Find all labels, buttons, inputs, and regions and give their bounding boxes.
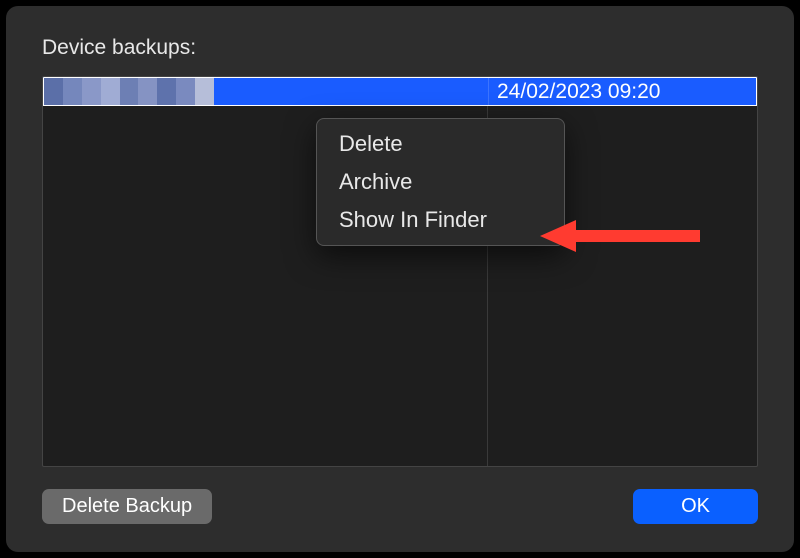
menu-archive[interactable]: Archive bbox=[317, 163, 564, 201]
backup-name-cell bbox=[44, 78, 488, 105]
menu-delete[interactable]: Delete bbox=[317, 125, 564, 163]
button-row: Delete Backup OK bbox=[42, 489, 758, 524]
backup-date-cell: 24/02/2023 09:20 bbox=[488, 78, 756, 105]
backup-row-selected[interactable]: 24/02/2023 09:20 bbox=[43, 77, 757, 106]
dialog-window: Device backups: 24/02/2023 09:20 Delete … bbox=[6, 6, 794, 552]
ok-button[interactable]: OK bbox=[633, 489, 758, 524]
delete-backup-button[interactable]: Delete Backup bbox=[42, 489, 212, 524]
context-menu: Delete Archive Show In Finder bbox=[316, 118, 565, 246]
redacted-name bbox=[44, 78, 214, 105]
menu-show-in-finder[interactable]: Show In Finder bbox=[317, 201, 564, 239]
dialog-title: Device backups: bbox=[42, 36, 758, 60]
